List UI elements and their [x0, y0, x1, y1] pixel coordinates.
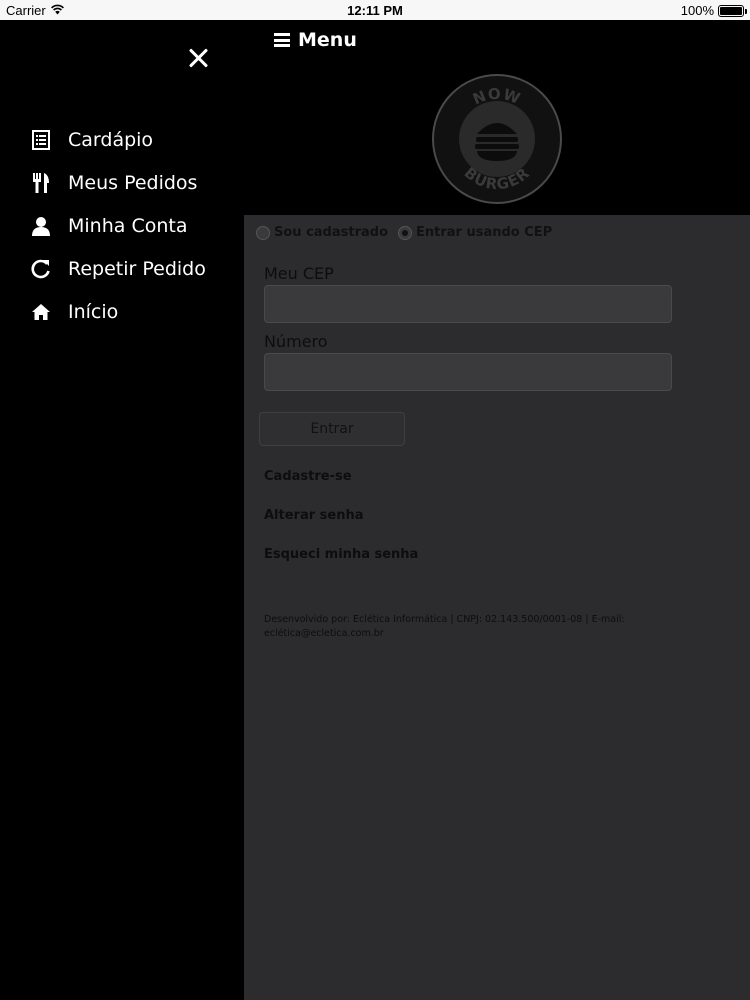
- refresh-icon: [30, 258, 52, 280]
- radio-registered-label: Sou cadastrado: [274, 225, 389, 240]
- radio-registered[interactable]: [256, 225, 270, 240]
- hamburger-icon: [274, 33, 290, 47]
- status-bar: Carrier 12:11 PM 100%: [0, 0, 750, 20]
- status-time: 12:11 PM: [347, 3, 403, 18]
- battery-fill: [720, 6, 742, 15]
- menu-header[interactable]: Menu: [274, 29, 357, 51]
- side-menu: Cardápio Meus Pedidos Minha Conta Repeti…: [0, 20, 244, 1000]
- radio-cep-option[interactable]: Entrar usando CEP: [398, 225, 552, 240]
- login-button[interactable]: Entrar: [259, 412, 405, 446]
- number-input[interactable]: [264, 353, 672, 391]
- menu-item-label: Cardápio: [68, 129, 154, 151]
- cep-label: Meu CEP: [264, 264, 334, 283]
- radio-registered-option[interactable]: Sou cadastrado: [256, 225, 388, 240]
- menu-item-minha-conta[interactable]: Minha Conta: [30, 211, 187, 241]
- login-panel: Sou cadastrado Entrar usando CEP Meu CEP…: [244, 215, 750, 1000]
- menu-title: Menu: [298, 29, 357, 51]
- radio-cep[interactable]: [398, 225, 413, 240]
- forgot-password-link[interactable]: Esqueci minha senha: [264, 547, 418, 562]
- fork-knife-icon: [30, 172, 52, 194]
- menu-item-meus-pedidos[interactable]: Meus Pedidos: [30, 168, 197, 198]
- radio-cep-label: Entrar usando CEP: [416, 225, 553, 240]
- change-password-link[interactable]: Alterar senha: [264, 508, 364, 523]
- menu-list-icon: [30, 129, 52, 151]
- battery-percent: 100%: [680, 3, 714, 18]
- login-mode-selector: Sou cadastrado Entrar usando CEP: [256, 225, 562, 240]
- menu-item-label: Meus Pedidos: [68, 172, 198, 194]
- cep-input[interactable]: [264, 285, 672, 323]
- menu-item-inicio[interactable]: Início: [30, 297, 118, 327]
- user-icon: [30, 215, 52, 237]
- register-link[interactable]: Cadastre-se: [264, 469, 352, 484]
- battery-icon: [718, 4, 747, 17]
- menu-item-repetir-pedido[interactable]: Repetir Pedido: [30, 254, 206, 284]
- menu-item-label: Minha Conta: [68, 215, 188, 237]
- home-icon: [30, 301, 52, 323]
- close-icon[interactable]: [184, 44, 212, 72]
- footer-credits: Desenvolvido por: Eclética Informática |…: [264, 614, 625, 639]
- menu-item-cardapio[interactable]: Cardápio: [30, 125, 153, 155]
- now-burger-logo: NOW BURGER: [432, 74, 562, 204]
- menu-item-label: Repetir Pedido: [68, 258, 206, 280]
- number-label: Número: [264, 332, 328, 351]
- menu-item-label: Início: [68, 301, 119, 323]
